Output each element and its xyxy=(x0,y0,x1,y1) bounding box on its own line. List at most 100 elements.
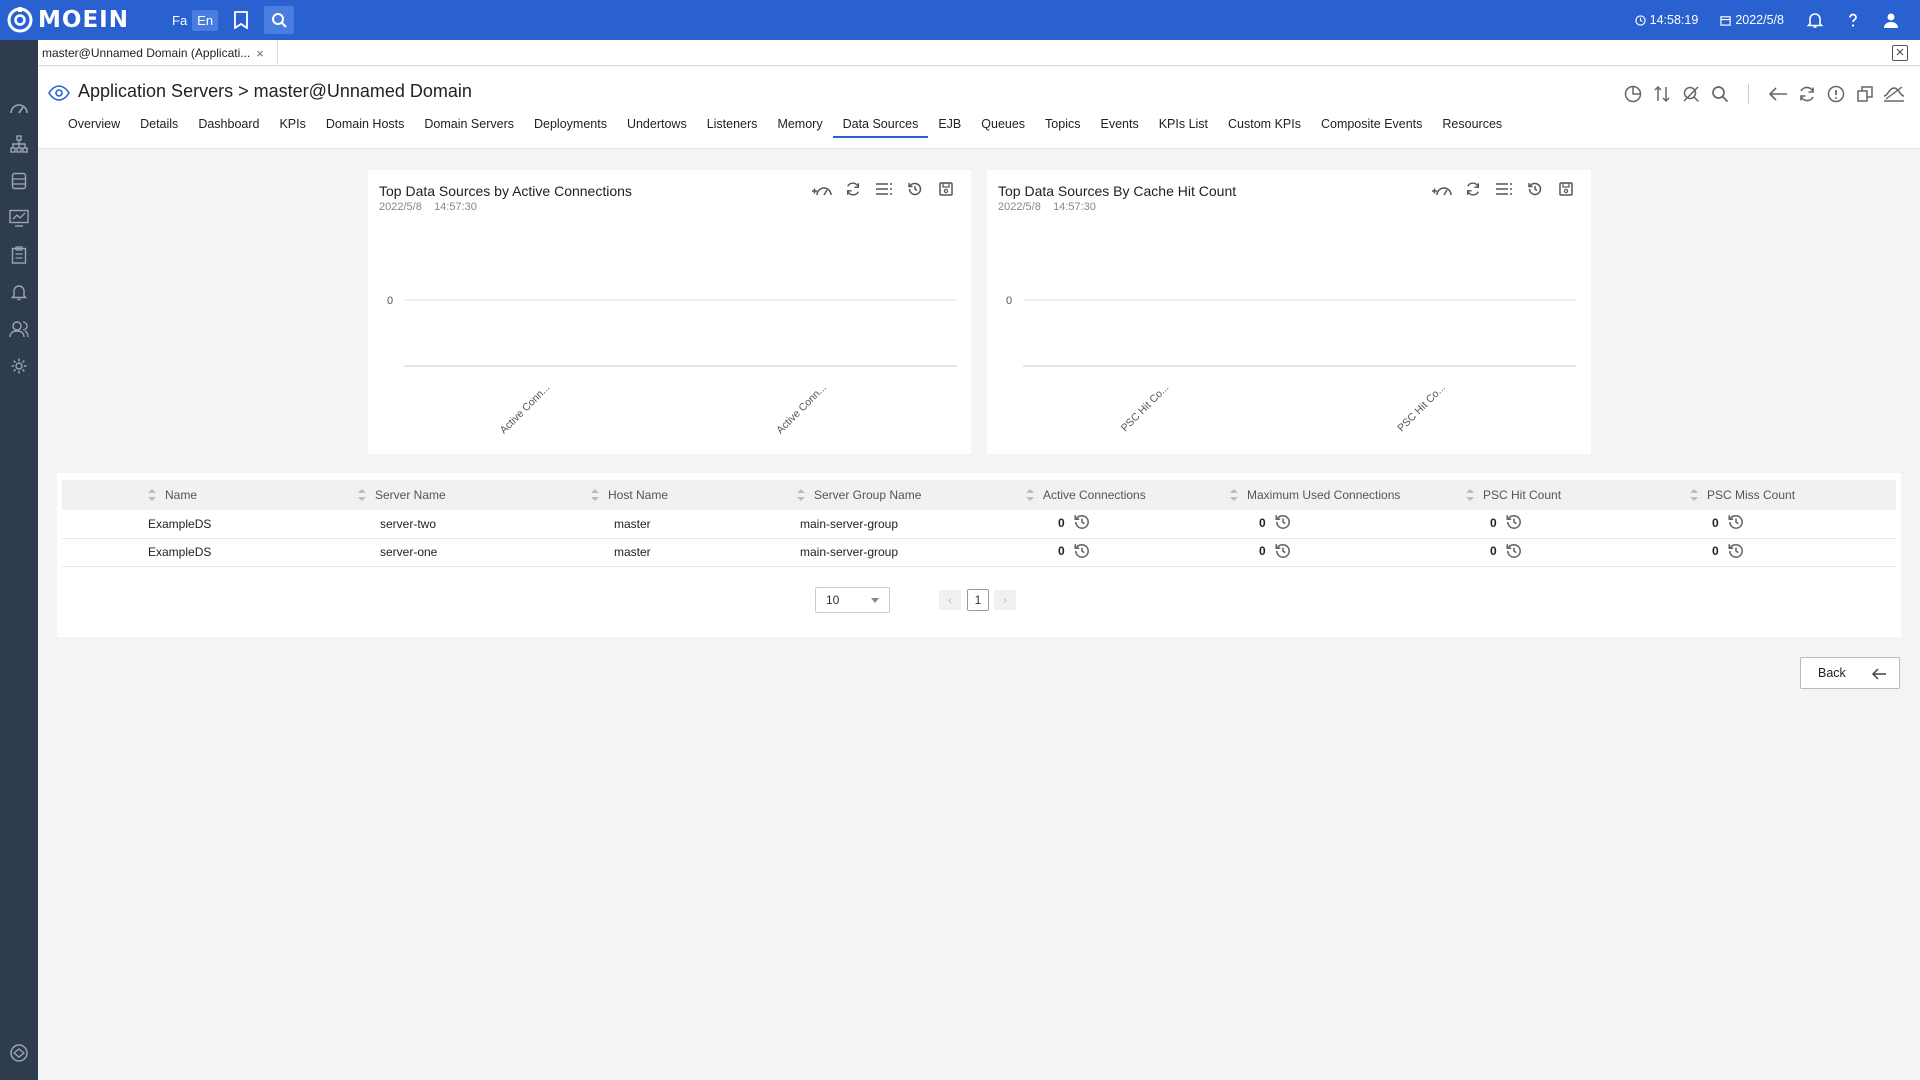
tab-memory[interactable]: Memory xyxy=(767,110,832,138)
tab-dashboard[interactable]: Dashboard xyxy=(188,110,269,138)
tab-kpis-list[interactable]: KPIs List xyxy=(1149,110,1218,138)
tab-events[interactable]: Events xyxy=(1090,110,1148,138)
tab-listeners[interactable]: Listeners xyxy=(697,110,768,138)
lang-en-button[interactable]: En xyxy=(192,9,219,31)
column-header-server-group-name[interactable]: Server Group Name xyxy=(797,480,1026,510)
column-header-name[interactable]: Name xyxy=(148,480,358,510)
copy-button[interactable] xyxy=(1850,85,1879,103)
refresh-button[interactable] xyxy=(1792,85,1821,103)
sort-icon[interactable] xyxy=(1230,489,1238,501)
search-off-button[interactable] xyxy=(1676,85,1705,103)
page-size-select[interactable]: 10 xyxy=(815,587,890,613)
info-button[interactable] xyxy=(1821,85,1850,103)
sidebar-item-topology[interactable] xyxy=(9,134,29,154)
history-icon[interactable] xyxy=(1073,513,1091,534)
cell-psc-hit-count: 0 xyxy=(1466,538,1690,567)
sort-icon[interactable] xyxy=(1026,489,1034,501)
notifications-button[interactable] xyxy=(1806,11,1824,29)
prev-page-button[interactable]: ‹ xyxy=(939,590,961,610)
sort-arrows-icon xyxy=(1653,85,1670,103)
next-page-button[interactable]: › xyxy=(994,590,1016,610)
tab-topics[interactable]: Topics xyxy=(1035,110,1090,138)
column-header-host-name[interactable]: Host Name xyxy=(591,480,797,510)
column-header-psc-hit-count[interactable]: PSC Hit Count xyxy=(1466,480,1690,510)
pie-chart-button[interactable] xyxy=(1618,85,1647,103)
alert-circle-icon xyxy=(1827,85,1844,103)
sort-icon[interactable] xyxy=(797,489,805,501)
sort-icon[interactable] xyxy=(148,489,156,501)
tab-deployments[interactable]: Deployments xyxy=(524,110,617,138)
column-header-label: Host Name xyxy=(608,488,669,502)
tab-composite-events[interactable]: Composite Events xyxy=(1311,110,1432,138)
history-icon[interactable] xyxy=(1274,513,1292,534)
sort-icon[interactable] xyxy=(1690,489,1698,501)
back-arrow-button[interactable] xyxy=(1763,85,1792,103)
back-button[interactable]: Back xyxy=(1800,657,1900,689)
history-icon[interactable] xyxy=(1274,542,1292,563)
tab-domain-servers[interactable]: Domain Servers xyxy=(414,110,524,138)
sort-icon[interactable] xyxy=(591,489,599,501)
cell-psc-hit-count-value: 0 xyxy=(1490,515,1497,530)
close-all-tabs-button[interactable] xyxy=(1892,45,1908,61)
cell-server-name: server-two xyxy=(358,510,591,539)
tab-overview[interactable]: Overview xyxy=(58,110,130,138)
open-page-tab[interactable]: master@Unnamed Domain (Applicati... × xyxy=(38,40,278,66)
table-row[interactable]: ExampleDS server-two master main-server-gro… xyxy=(62,510,1896,539)
tab-queues[interactable]: Queues xyxy=(971,110,1035,138)
sort-button[interactable] xyxy=(1647,85,1676,103)
help-button[interactable] xyxy=(1844,11,1862,29)
sidebar-item-alerts[interactable] xyxy=(9,282,29,302)
header-search-button[interactable] xyxy=(1705,85,1734,103)
table-row[interactable]: ExampleDS server-one master main-server-gro… xyxy=(62,538,1896,567)
tab-resources[interactable]: Resources xyxy=(1432,110,1512,138)
chevron-down-icon xyxy=(871,598,879,603)
close-tab-icon[interactable]: × xyxy=(256,46,264,61)
cell-name: ExampleDS xyxy=(148,538,358,567)
bookmark-icon xyxy=(234,11,248,29)
tab-data-sources[interactable]: Data Sources xyxy=(832,110,929,138)
close-window-icon xyxy=(1896,48,1904,56)
sidebar-collapse-button[interactable] xyxy=(9,1043,29,1063)
cell-server-name-value: server-two xyxy=(380,516,437,531)
sidebar-item-monitoring[interactable] xyxy=(9,208,29,228)
sidebar-item-database[interactable] xyxy=(9,171,29,191)
sidebar-item-settings[interactable] xyxy=(9,356,29,376)
search-button[interactable] xyxy=(264,6,295,34)
sort-icon[interactable] xyxy=(1466,489,1474,501)
column-header-active-connections[interactable]: Active Connections xyxy=(1026,480,1230,510)
logo[interactable]: MOEIN xyxy=(6,6,156,34)
history-icon[interactable] xyxy=(1505,542,1523,563)
database-icon xyxy=(11,172,27,190)
column-header-psc-miss-count[interactable]: PSC Miss Count xyxy=(1690,480,1896,510)
monitor-chart-icon xyxy=(9,209,29,227)
history-icon[interactable] xyxy=(1727,542,1745,563)
lang-fa-button[interactable]: Fa xyxy=(167,10,192,31)
current-time: 14:58:19 xyxy=(1649,13,1699,27)
sidebar-item-dashboard[interactable] xyxy=(9,97,29,117)
user-button[interactable] xyxy=(1882,11,1900,29)
x-tick-label: Active Conn... xyxy=(774,382,829,437)
bookmark-button[interactable] xyxy=(226,6,256,34)
column-header-server-name[interactable]: Server Name xyxy=(358,480,591,510)
tab-custom-kpis[interactable]: Custom KPIs xyxy=(1218,110,1311,138)
column-header-maximum-used-connections[interactable]: Maximum Used Connections xyxy=(1230,480,1466,510)
sidebar-item-reports[interactable] xyxy=(9,245,29,265)
tab-details[interactable]: Details xyxy=(130,110,188,138)
history-icon[interactable] xyxy=(1727,513,1745,534)
tab-undertows[interactable]: Undertows xyxy=(617,110,697,138)
history-icon[interactable] xyxy=(1505,513,1523,534)
history-icon[interactable] xyxy=(1073,542,1091,563)
eye-icon[interactable] xyxy=(48,85,70,101)
sidebar-item-users[interactable] xyxy=(9,319,29,339)
page-number-button[interactable]: 1 xyxy=(967,589,989,611)
sort-icon[interactable] xyxy=(358,489,366,501)
tab-ejb[interactable]: EJB xyxy=(928,110,971,138)
tab-kpis[interactable]: KPIs xyxy=(269,110,315,138)
cell-maximum-used-connections-value: 0 xyxy=(1259,544,1266,559)
cell-psc-miss-count-value: 0 xyxy=(1712,515,1719,530)
y-tick-label: 0 xyxy=(387,295,393,307)
x-tick-label: PSC Hit Co... xyxy=(1119,382,1172,435)
tab-domain-hosts[interactable]: Domain Hosts xyxy=(316,110,415,138)
column-header-label: PSC Miss Count xyxy=(1707,488,1796,502)
trend-button[interactable] xyxy=(1879,85,1908,103)
